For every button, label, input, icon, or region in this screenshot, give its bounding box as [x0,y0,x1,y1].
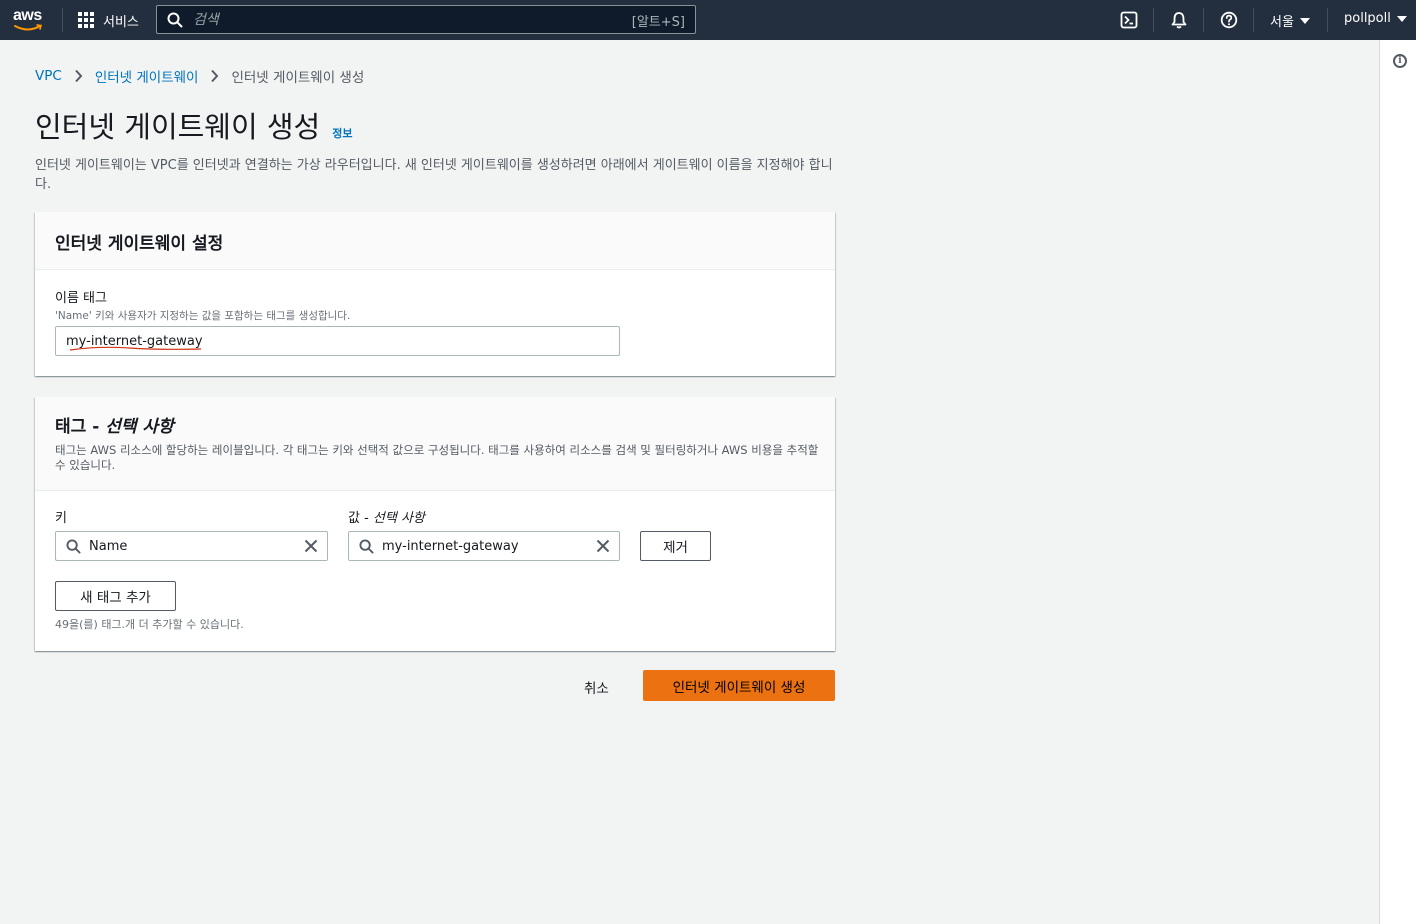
name-tag-description: 'Name' 키와 사용자가 지정하는 값을 포함하는 태그를 생성합니다. [55,310,351,322]
caret-down-icon [1299,17,1310,24]
nav-divider [1253,8,1254,32]
notifications-bell-icon[interactable] [1169,10,1189,30]
tag-value-label: 값 - 선택 사항 [348,507,425,526]
panel-title-optional: 선택 사항 [105,417,174,437]
region-selector[interactable]: 서울 [1270,11,1310,30]
aws-logo[interactable]: aws [12,6,46,34]
aws-smile-icon [14,24,43,31]
panel-header: 인터넷 게이트웨이 설정 [35,212,835,270]
top-navigation-bar: aws 서비스 [알트+S] [0,0,1416,40]
name-tag-label: 이름 태그 [55,291,107,306]
tags-description: 태그는 AWS 리소스에 할당하는 레이블입니다. 각 태그는 키와 선택적 값… [55,443,819,472]
info-icon[interactable]: i [1393,54,1407,68]
cancel-button[interactable]: 취소 [584,677,609,697]
chevron-right-icon [74,69,83,83]
services-menu-button[interactable]: 서비스 [78,10,139,30]
caret-down-icon [1396,15,1407,22]
search-icon [66,538,81,554]
clear-icon[interactable] [596,539,610,553]
nav-divider [1327,8,1328,32]
global-search-input[interactable] [193,11,613,28]
nav-divider [62,8,63,32]
remove-tag-button[interactable]: 제거 [640,531,711,561]
panel-header: 태그 - 선택 사항 태그는 AWS 리소스에 할당하는 레이블입니다. 각 태… [35,397,835,491]
nav-divider [1203,8,1204,32]
tag-value-label-main: 값 - [348,511,373,526]
breadcrumb-current: 인터넷 게이트웨이 생성 [231,70,365,86]
panel-title: 태그 - 선택 사항 [55,412,815,437]
tag-value-label-optional: 선택 사항 [372,511,425,526]
tag-key-label: 키 [55,511,67,526]
info-link[interactable]: 정보 [332,125,352,141]
grid-icon [78,12,94,28]
tag-value-input-wrapper [348,531,620,561]
tag-key-input-wrapper [55,531,328,561]
cloudshell-icon[interactable] [1119,10,1139,30]
search-icon [359,538,374,554]
tools-panel-strip: i [1379,40,1416,924]
chevron-right-icon [210,69,219,83]
nav-divider [1153,8,1154,32]
name-tag-field: 이름 태그 'Name' 키와 사용자가 지정하는 값을 포함하는 태그를 생성… [55,287,350,323]
global-search-box[interactable]: [알트+S] [156,5,696,34]
tag-value-input[interactable] [382,538,572,554]
services-label: 서비스 [103,14,139,30]
spellcheck-underline [69,346,202,351]
region-label: 서울 [1270,15,1294,30]
clear-icon[interactable] [304,539,318,553]
breadcrumb: VPC 인터넷 게이트웨이 인터넷 게이트웨이 생성 [35,66,364,86]
create-igw-button[interactable]: 인터넷 게이트웨이 생성 [643,670,835,701]
search-icon [167,12,183,27]
page-description: 인터넷 게이트웨이는 VPC를 인터넷과 연결하는 가상 라우터입니다. 새 인… [35,158,833,192]
aws-logo-text: aws [13,7,42,24]
tags-panel: 태그 - 선택 사항 태그는 AWS 리소스에 할당하는 레이블입니다. 각 태… [35,397,835,651]
account-label: pollpoll [1344,11,1391,26]
help-icon[interactable] [1219,10,1239,30]
tag-key-input[interactable] [89,538,279,554]
breadcrumb-vpc-link[interactable]: VPC [35,68,62,84]
panel-title: 인터넷 게이트웨이 설정 [55,234,224,254]
tag-limit-hint: 49을(를) 태그.개 더 추가할 수 있습니다. [55,618,244,631]
breadcrumb-igw-link[interactable]: 인터넷 게이트웨이 [95,66,199,86]
account-menu[interactable]: pollpoll [1344,11,1407,26]
panel-title-main: 태그 - [55,417,106,437]
search-shortcut-hint: [알트+S] [631,15,685,30]
page-title-text: 인터넷 게이트웨이 생성 [35,110,321,144]
page-title: 인터넷 게이트웨이 생성 정보 [35,104,353,146]
add-tag-button[interactable]: 새 태그 추가 [55,581,176,611]
